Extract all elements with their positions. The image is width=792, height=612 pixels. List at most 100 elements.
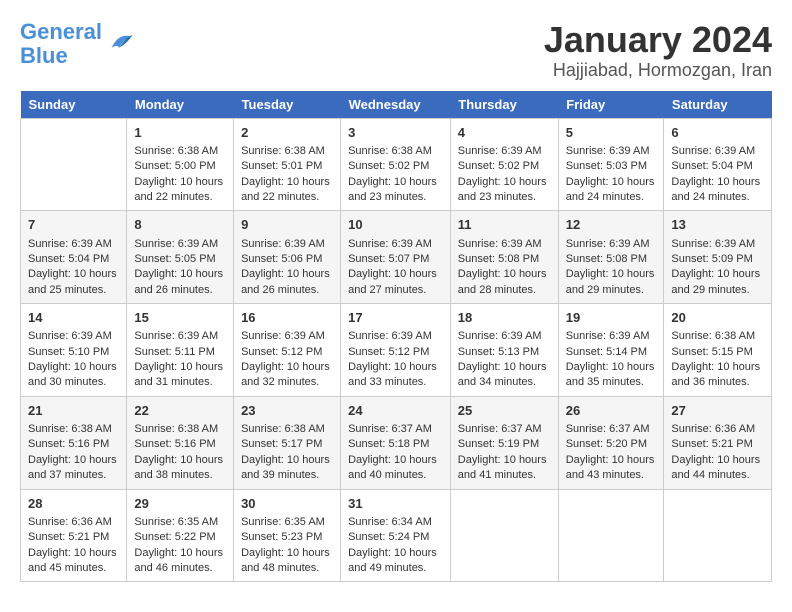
cell-content-line: Sunset: 5:20 PM: [566, 437, 657, 452]
cell-content-line: Daylight: 10 hours: [458, 360, 551, 375]
cell-content-line: Sunset: 5:12 PM: [241, 345, 333, 360]
day-number: 26: [566, 402, 657, 420]
cell-content-line: and 29 minutes.: [566, 283, 657, 298]
calendar-week-row: 28Sunrise: 6:36 AMSunset: 5:21 PMDayligh…: [21, 489, 772, 582]
cell-content-line: Sunrise: 6:39 AM: [458, 329, 551, 344]
cell-content-line: and 30 minutes.: [28, 375, 119, 390]
cell-content-line: Daylight: 10 hours: [241, 546, 333, 561]
logo-text: General Blue: [20, 20, 102, 68]
cell-content-line: Sunrise: 6:38 AM: [241, 144, 333, 159]
calendar-week-row: 14Sunrise: 6:39 AMSunset: 5:10 PMDayligh…: [21, 304, 772, 397]
day-number: 6: [671, 124, 764, 142]
cell-content-line: Daylight: 10 hours: [671, 175, 764, 190]
cell-content-line: Daylight: 10 hours: [348, 546, 443, 561]
calendar-cell: 6Sunrise: 6:39 AMSunset: 5:04 PMDaylight…: [664, 118, 772, 211]
day-number: 5: [566, 124, 657, 142]
cell-content-line: Sunrise: 6:37 AM: [348, 422, 443, 437]
calendar-cell: 28Sunrise: 6:36 AMSunset: 5:21 PMDayligh…: [21, 489, 127, 582]
cell-content-line: Sunset: 5:08 PM: [458, 252, 551, 267]
cell-content-line: Sunrise: 6:38 AM: [28, 422, 119, 437]
cell-content-line: and 43 minutes.: [566, 468, 657, 483]
day-number: 8: [134, 216, 226, 234]
cell-content-line: and 22 minutes.: [241, 190, 333, 205]
cell-content-line: Sunset: 5:07 PM: [348, 252, 443, 267]
cell-content-line: and 48 minutes.: [241, 561, 333, 576]
page-subtitle: Hajjiabad, Hormozgan, Iran: [544, 60, 772, 81]
cell-content-line: and 39 minutes.: [241, 468, 333, 483]
cell-content-line: Sunset: 5:11 PM: [134, 345, 226, 360]
cell-content-line: and 35 minutes.: [566, 375, 657, 390]
cell-content-line: and 36 minutes.: [671, 375, 764, 390]
day-number: 16: [241, 309, 333, 327]
cell-content-line: Sunset: 5:09 PM: [671, 252, 764, 267]
day-number: 22: [134, 402, 226, 420]
day-number: 2: [241, 124, 333, 142]
cell-content-line: Daylight: 10 hours: [134, 360, 226, 375]
cell-content-line: Sunrise: 6:38 AM: [134, 144, 226, 159]
cell-content-line: Sunrise: 6:35 AM: [134, 515, 226, 530]
title-block: January 2024 Hajjiabad, Hormozgan, Iran: [544, 20, 772, 81]
cell-content-line: Sunset: 5:24 PM: [348, 530, 443, 545]
calendar-cell: 4Sunrise: 6:39 AMSunset: 5:02 PMDaylight…: [450, 118, 558, 211]
calendar-cell: 17Sunrise: 6:39 AMSunset: 5:12 PMDayligh…: [341, 304, 451, 397]
calendar-cell: 16 Sunrise: 6:39 AMSunset: 5:12 PMDayligh…: [234, 304, 341, 397]
calendar-cell: 11Sunrise: 6:39 AMSunset: 5:08 PMDayligh…: [450, 211, 558, 304]
cell-content-line: Daylight: 10 hours: [134, 267, 226, 282]
cell-content-line: Sunrise: 6:39 AM: [348, 329, 443, 344]
page-title: January 2024: [544, 20, 772, 60]
day-number: 31: [348, 495, 443, 513]
cell-content-line: Daylight: 10 hours: [28, 267, 119, 282]
cell-content-line: Daylight: 10 hours: [348, 360, 443, 375]
cell-content-line: Sunrise: 6:37 AM: [566, 422, 657, 437]
cell-content-line: and 40 minutes.: [348, 468, 443, 483]
cell-content-line: Sunrise: 6:39 AM: [458, 144, 551, 159]
cell-content-line: Sunrise: 6:39 AM: [671, 237, 764, 252]
cell-content-line: and 45 minutes.: [28, 561, 119, 576]
cell-content-line: Sunset: 5:18 PM: [348, 437, 443, 452]
page-header: General Blue January 2024 Hajjiabad, Hor…: [20, 20, 772, 81]
calendar-cell: 1Sunrise: 6:38 AMSunset: 5:00 PMDaylight…: [127, 118, 234, 211]
cell-content-line: and 37 minutes.: [28, 468, 119, 483]
cell-content-line: Daylight: 10 hours: [566, 453, 657, 468]
cell-content-line: Daylight: 10 hours: [566, 267, 657, 282]
cell-content-line: Daylight: 10 hours: [241, 453, 333, 468]
day-number: 15: [134, 309, 226, 327]
calendar-cell: [664, 489, 772, 582]
cell-content-line: Sunrise: 6:39 AM: [566, 237, 657, 252]
calendar-cell: 30Sunrise: 6:35 AMSunset: 5:23 PMDayligh…: [234, 489, 341, 582]
cell-content-line: Sunrise: 6:39 AM: [241, 329, 333, 344]
day-number: 30: [241, 495, 333, 513]
cell-content-line: and 44 minutes.: [671, 468, 764, 483]
cell-content-line: Daylight: 10 hours: [671, 360, 764, 375]
cell-content-line: Daylight: 10 hours: [134, 453, 226, 468]
cell-content-line: Sunrise: 6:39 AM: [241, 237, 333, 252]
calendar-cell: 2Sunrise: 6:38 AMSunset: 5:01 PMDaylight…: [234, 118, 341, 211]
cell-content-line: Sunset: 5:19 PM: [458, 437, 551, 452]
cell-content-line: Daylight: 10 hours: [566, 175, 657, 190]
cell-content-line: and 28 minutes.: [458, 283, 551, 298]
calendar-cell: 20Sunrise: 6:38 AMSunset: 5:15 PMDayligh…: [664, 304, 772, 397]
calendar-cell: 15Sunrise: 6:39 AMSunset: 5:11 PMDayligh…: [127, 304, 234, 397]
cell-content-line: Daylight: 10 hours: [241, 360, 333, 375]
cell-content-line: Daylight: 10 hours: [348, 453, 443, 468]
cell-content-line: Sunset: 5:16 PM: [28, 437, 119, 452]
cell-content-line: and 24 minutes.: [671, 190, 764, 205]
column-header-friday: Friday: [558, 91, 664, 119]
cell-content-line: and 33 minutes.: [348, 375, 443, 390]
calendar-cell: [558, 489, 664, 582]
cell-content-line: Sunrise: 6:36 AM: [671, 422, 764, 437]
calendar-cell: 22Sunrise: 6:38 AMSunset: 5:16 PMDayligh…: [127, 396, 234, 489]
cell-content-line: and 27 minutes.: [348, 283, 443, 298]
cell-content-line: Sunrise: 6:39 AM: [28, 329, 119, 344]
calendar-cell: [450, 489, 558, 582]
day-number: 3: [348, 124, 443, 142]
calendar-week-row: 1Sunrise: 6:38 AMSunset: 5:00 PMDaylight…: [21, 118, 772, 211]
day-number: 17: [348, 309, 443, 327]
column-header-tuesday: Tuesday: [234, 91, 341, 119]
cell-content-line: Daylight: 10 hours: [671, 267, 764, 282]
cell-content-line: Sunset: 5:16 PM: [134, 437, 226, 452]
cell-content-line: and 22 minutes.: [134, 190, 226, 205]
cell-content-line: and 26 minutes.: [241, 283, 333, 298]
cell-content-line: and 29 minutes.: [671, 283, 764, 298]
cell-content-line: Sunrise: 6:39 AM: [134, 237, 226, 252]
